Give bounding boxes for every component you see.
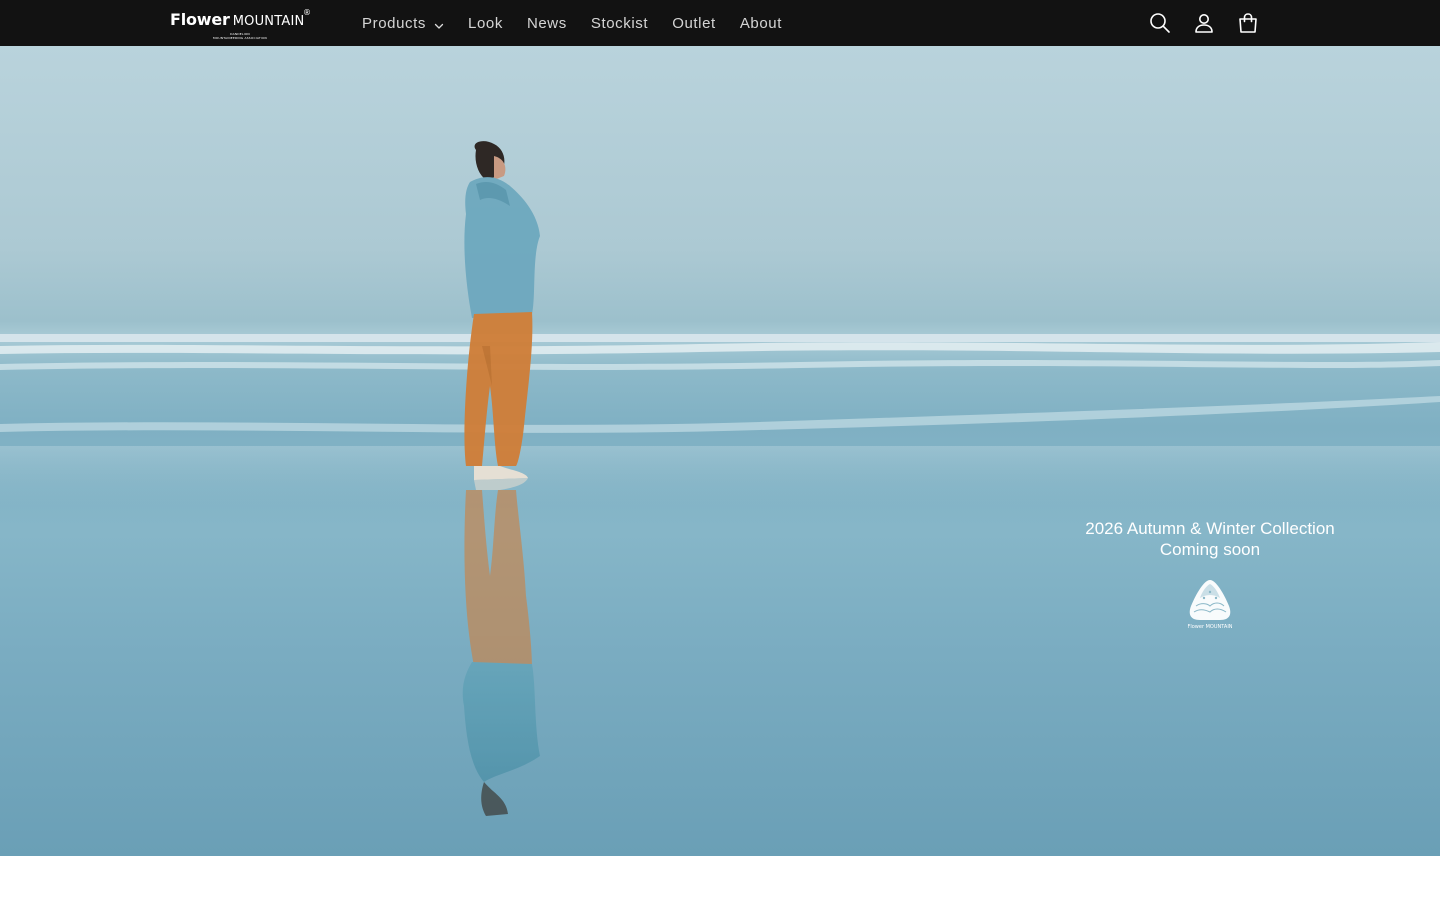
cart-button[interactable] [1226, 1, 1270, 45]
wave-line-2 [0, 360, 1440, 370]
main-nav: Products Look News Stockist Outlet About [350, 0, 794, 46]
hero-banner[interactable]: 2026 Autumn & Winter Collection Coming s… [0, 46, 1440, 856]
nav-item-products[interactable]: Products [350, 0, 456, 46]
nav-item-label: About [739, 14, 783, 32]
nav-item-news[interactable]: News [515, 0, 579, 46]
logo-word-mountain: MOUNTAIN [232, 14, 305, 29]
logo-subtitle-line2: MOUNTAINEERING ASSOCIATION [213, 36, 267, 40]
search-icon [1149, 12, 1171, 34]
cart-icon [1237, 12, 1259, 34]
wet-sand-reflection [0, 446, 1440, 506]
nav-item-look[interactable]: Look [456, 0, 515, 46]
nav-item-label: Stockist [590, 14, 649, 32]
nav-item-about[interactable]: About [728, 0, 794, 46]
person-reflection [462, 478, 540, 816]
header-icons [1138, 0, 1270, 46]
mountain-emblem-icon: Flower MOUNTAIN [1180, 576, 1240, 636]
hero-subtitle: Coming soon [1159, 540, 1261, 559]
header-inner: Flower MOUNTAIN ® DANDELION MOUNTAINEERI… [170, 0, 1270, 46]
beach-photo [0, 141, 1440, 816]
emblem-caption: Flower MOUNTAIN [1187, 624, 1233, 630]
nav-item-label: News [526, 14, 567, 32]
brand-logo[interactable]: Flower MOUNTAIN ® DANDELION MOUNTAINEERI… [170, 3, 320, 43]
site-header: Flower MOUNTAIN ® DANDELION MOUNTAINEERI… [0, 0, 1440, 46]
nav-item-outlet[interactable]: Outlet [660, 0, 728, 46]
nav-item-label: Outlet [672, 14, 716, 32]
logo-wordmark: Flower MOUNTAIN [170, 10, 304, 29]
nav-item-stockist[interactable]: Stockist [579, 0, 660, 46]
logo-subtitle: DANDELION MOUNTAINEERING ASSOCIATION [210, 32, 270, 40]
wave-line-3 [0, 396, 1440, 433]
logo-registered-mark: ® [303, 8, 311, 17]
horizon-band [0, 334, 1440, 342]
search-button[interactable] [1138, 1, 1182, 45]
chevron-down-icon [434, 18, 444, 29]
page-content-start [0, 856, 1440, 900]
hero-announcement: 2026 Autumn & Winter Collection Coming s… [1060, 518, 1360, 560]
account-button[interactable] [1182, 1, 1226, 45]
nav-item-label: Look [468, 14, 503, 32]
logo-word-flower: Flower [170, 10, 230, 29]
wave-line-1 [0, 342, 1440, 355]
hero-title: 2026 Autumn & Winter Collection [1085, 519, 1335, 538]
nav-item-label: Products [362, 14, 426, 32]
account-icon [1193, 12, 1215, 34]
